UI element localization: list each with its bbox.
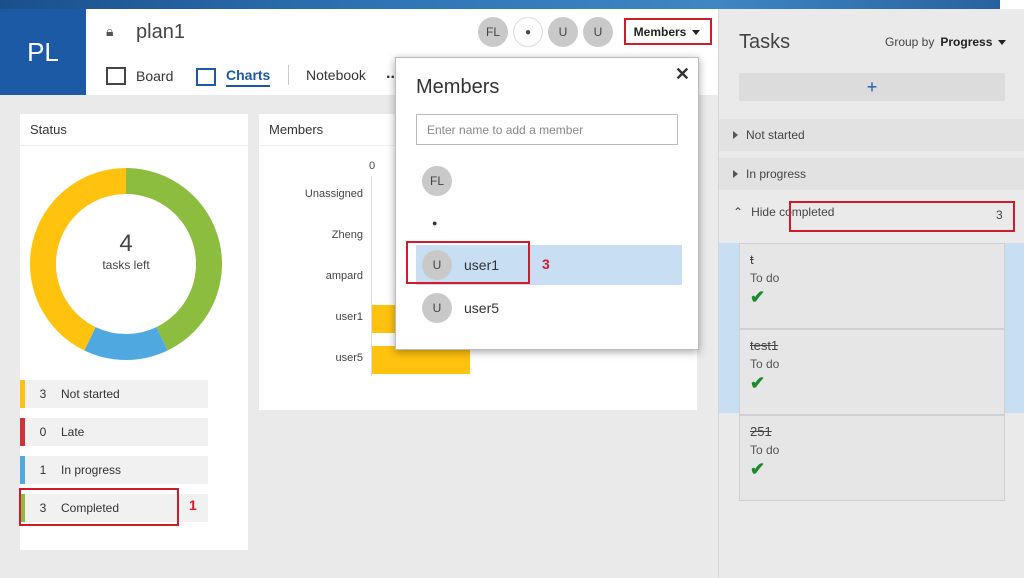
avatar-u2[interactable]: U [583, 17, 613, 47]
legend-label: Late [61, 425, 85, 439]
legend-count: 3 [39, 387, 47, 401]
annotation-box-1 [19, 488, 179, 526]
status-panel-title: Status [20, 114, 248, 146]
avatar: FL [422, 166, 452, 196]
bucket-label: In progress [746, 167, 807, 181]
legend-late[interactable]: 0 Late [20, 418, 208, 446]
member-tick-label: user5 [335, 352, 363, 364]
check-icon: ✔ [750, 287, 766, 307]
add-member-input[interactable] [416, 114, 678, 145]
task-title: 251 [750, 424, 772, 439]
lock-icon: 🔒︎ [106, 23, 114, 39]
member-row-user5[interactable]: U user5 [416, 288, 682, 328]
bucket-in-progress[interactable]: In progress [719, 158, 1024, 190]
member-tick-label: Unassigned [304, 188, 363, 200]
tab-board-label: Board [136, 68, 174, 84]
check-icon: ✔ [750, 459, 766, 479]
tasks-left-label: tasks left [102, 258, 150, 272]
legend-count: 0 [39, 425, 47, 439]
tasks-left-count: 4 [119, 230, 133, 257]
tab-notebook-label: Notebook [306, 67, 366, 83]
legend-in-progress[interactable]: 1 In progress [20, 456, 208, 484]
apple-icon: ● [524, 26, 532, 38]
member-tick-label: Zheng [331, 229, 363, 241]
member-bar[interactable] [372, 346, 470, 374]
annotation-box-3 [406, 241, 530, 284]
chevron-up-icon: ⌃ [733, 205, 744, 219]
task-card[interactable]: t To do ✔ [739, 243, 1005, 329]
member-tick-label: user1 [335, 311, 363, 323]
bucket-not-started[interactable]: Not started [719, 119, 1024, 151]
legend-label: Not started [61, 387, 120, 401]
plan-tile: PL [0, 9, 86, 95]
members-popup: Members ✕ FL ● U user1 U user5 [395, 57, 699, 350]
avatar-fl[interactable]: FL [478, 17, 508, 47]
tasks-pane: Tasks Group by Progress + Not started In… [718, 9, 1024, 578]
board-icon [106, 67, 126, 85]
popup-title: Members [416, 76, 500, 98]
annotation-1: 1 [189, 497, 197, 513]
tab-notebook[interactable]: Notebook [306, 67, 366, 83]
member-row-apple[interactable]: ● [416, 203, 682, 243]
task-status: To do [750, 443, 780, 457]
bucket-label: Not started [746, 128, 805, 142]
tab-board[interactable]: Board [106, 67, 173, 85]
plan-initials: PL [27, 36, 59, 67]
annotation-box-2 [624, 18, 712, 45]
apple-icon: ● [432, 218, 438, 228]
donut-segment[interactable] [84, 327, 168, 360]
legend-count: 1 [39, 463, 47, 477]
tasks-title: Tasks [739, 31, 791, 53]
add-task-button[interactable]: + [739, 73, 1005, 101]
task-card[interactable]: test1 To do ✔ [739, 329, 1005, 415]
group-by-label: Group by [885, 35, 935, 49]
task-status: To do [750, 357, 780, 371]
tab-charts[interactable]: Charts [196, 67, 271, 87]
task-title: test1 [750, 338, 779, 353]
annotation-3: 3 [542, 256, 550, 272]
tab-charts-label: Charts [226, 67, 271, 87]
annotation-box-hide-completed [789, 201, 1015, 232]
close-icon[interactable]: ✕ [675, 64, 690, 85]
avatar-apple[interactable]: ● [513, 17, 543, 47]
legend-not-started[interactable]: 3 Not started [20, 380, 208, 408]
plan-title: plan1 [136, 21, 185, 43]
donut-center: 4 tasks left [76, 230, 176, 272]
task-status: To do [750, 271, 780, 285]
charts-icon [196, 68, 216, 86]
chevron-right-icon [733, 131, 738, 139]
axis-zero: 0 [369, 160, 376, 172]
group-by-value: Progress [940, 35, 993, 49]
group-by-dropdown[interactable]: Group by Progress [885, 35, 1007, 49]
nav-divider [288, 65, 289, 85]
member-tick-label: ampard [325, 270, 363, 282]
member-row-fl[interactable]: FL [416, 161, 682, 201]
top-banner [0, 0, 1024, 9]
task-card[interactable]: 251 To do ✔ [739, 415, 1005, 501]
check-icon: ✔ [750, 373, 766, 393]
chevron-right-icon [733, 170, 738, 178]
status-panel: Status 4 tasks left [20, 114, 248, 550]
member-name: user5 [464, 300, 500, 316]
legend-label: In progress [61, 463, 122, 477]
chevron-down-icon [998, 39, 1007, 45]
avatar: U [422, 293, 452, 323]
task-title: t [750, 252, 754, 267]
avatar-u1[interactable]: U [548, 17, 578, 47]
